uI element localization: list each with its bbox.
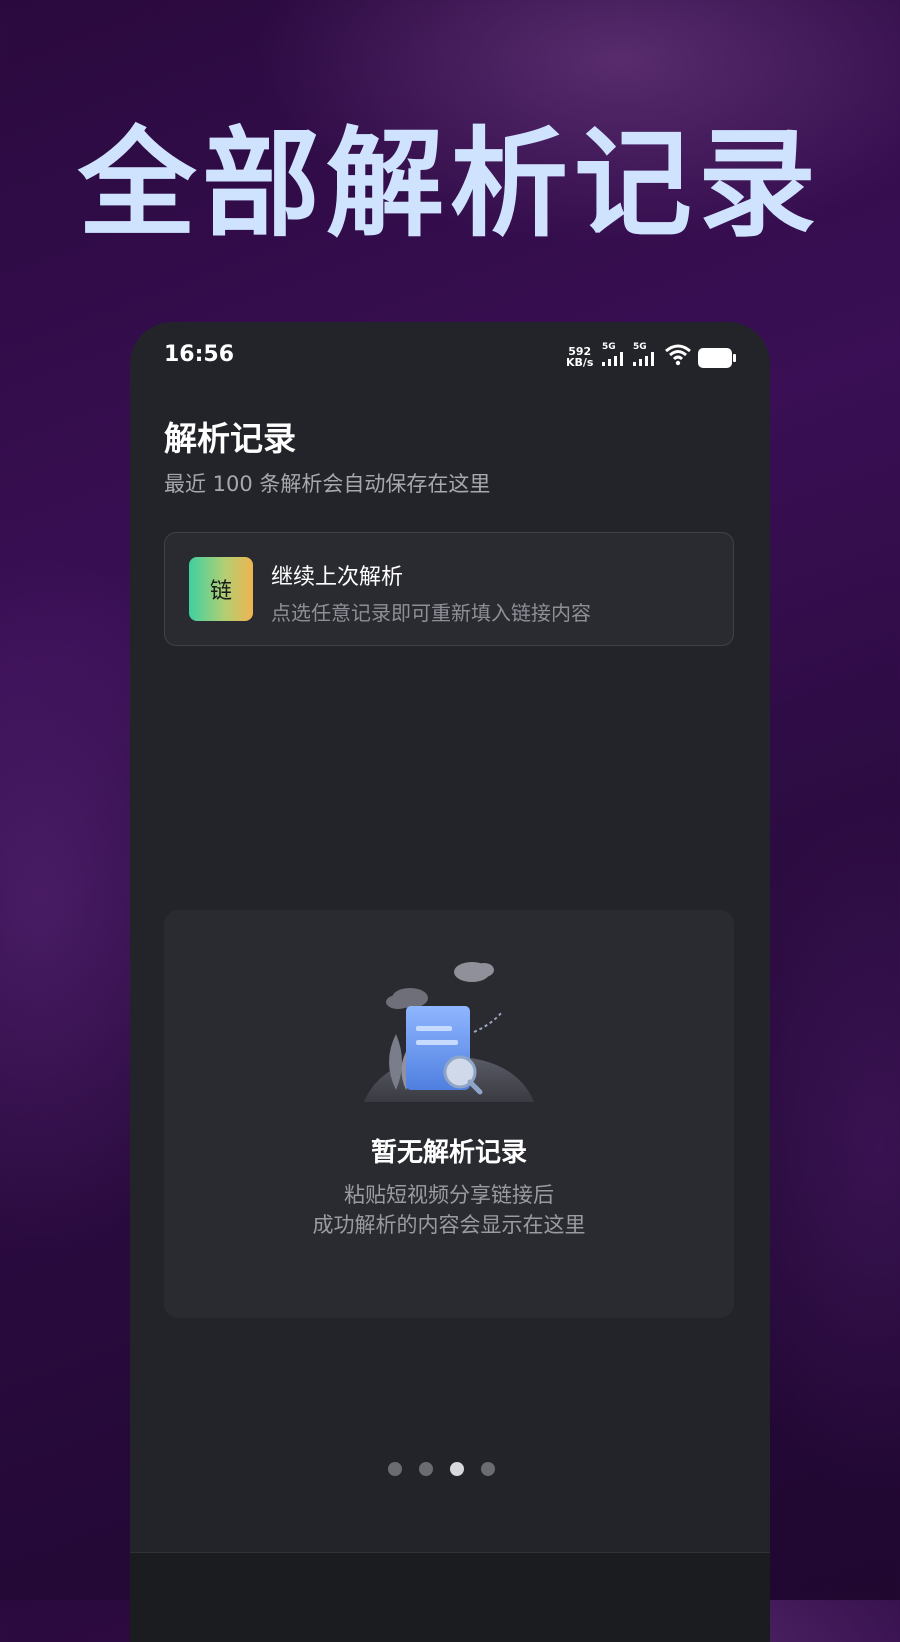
status-bar: 16:56 592 KB/s 5G 5G <box>130 322 770 392</box>
page-dot[interactable] <box>419 1462 433 1476</box>
wifi-icon <box>665 344 691 366</box>
continue-last-parse-card[interactable]: 链 继续上次解析 点选任意记录即可重新填入链接内容 <box>164 532 734 646</box>
page-dot[interactable] <box>450 1462 464 1476</box>
phone-screen: 16:56 592 KB/s 5G 5G 解析记录 最近 100 条解析会自动保… <box>130 322 770 1642</box>
net-speed-unit: KB/s <box>566 356 594 369</box>
empty-state-line-1: 粘贴短视频分享链接后 <box>344 1183 554 1207</box>
page-subtitle: 最近 100 条解析会自动保存在这里 <box>164 472 491 496</box>
continue-card-subtitle: 点选任意记录即可重新填入链接内容 <box>271 601 591 625</box>
page-dot[interactable] <box>481 1462 495 1476</box>
empty-state-panel: 暂无解析记录 粘贴短视频分享链接后 成功解析的内容会显示在这里 <box>164 910 734 1318</box>
battery-icon <box>698 348 736 368</box>
empty-state-title: 暂无解析记录 <box>370 1138 527 1168</box>
empty-records-illustration-icon <box>364 962 534 1102</box>
signal-1-label: 5G <box>602 342 616 352</box>
page-title: 解析记录 <box>164 419 296 458</box>
page-dot[interactable] <box>388 1462 402 1476</box>
signal-2-label: 5G <box>633 342 647 352</box>
link-icon: 链 <box>189 557 253 621</box>
status-time: 16:56 <box>164 342 235 367</box>
banner-title: 全部解析记录 <box>77 115 822 253</box>
empty-state-line-2: 成功解析的内容会显示在这里 <box>312 1213 586 1237</box>
continue-card-title: 继续上次解析 <box>271 565 404 590</box>
pagination-dots <box>388 1462 528 1478</box>
bottom-bar <box>130 1552 770 1642</box>
empty-state-description: 粘贴短视频分享链接后 成功解析的内容会显示在这里 <box>164 1180 734 1240</box>
net-speed: 592 KB/s <box>566 346 593 368</box>
